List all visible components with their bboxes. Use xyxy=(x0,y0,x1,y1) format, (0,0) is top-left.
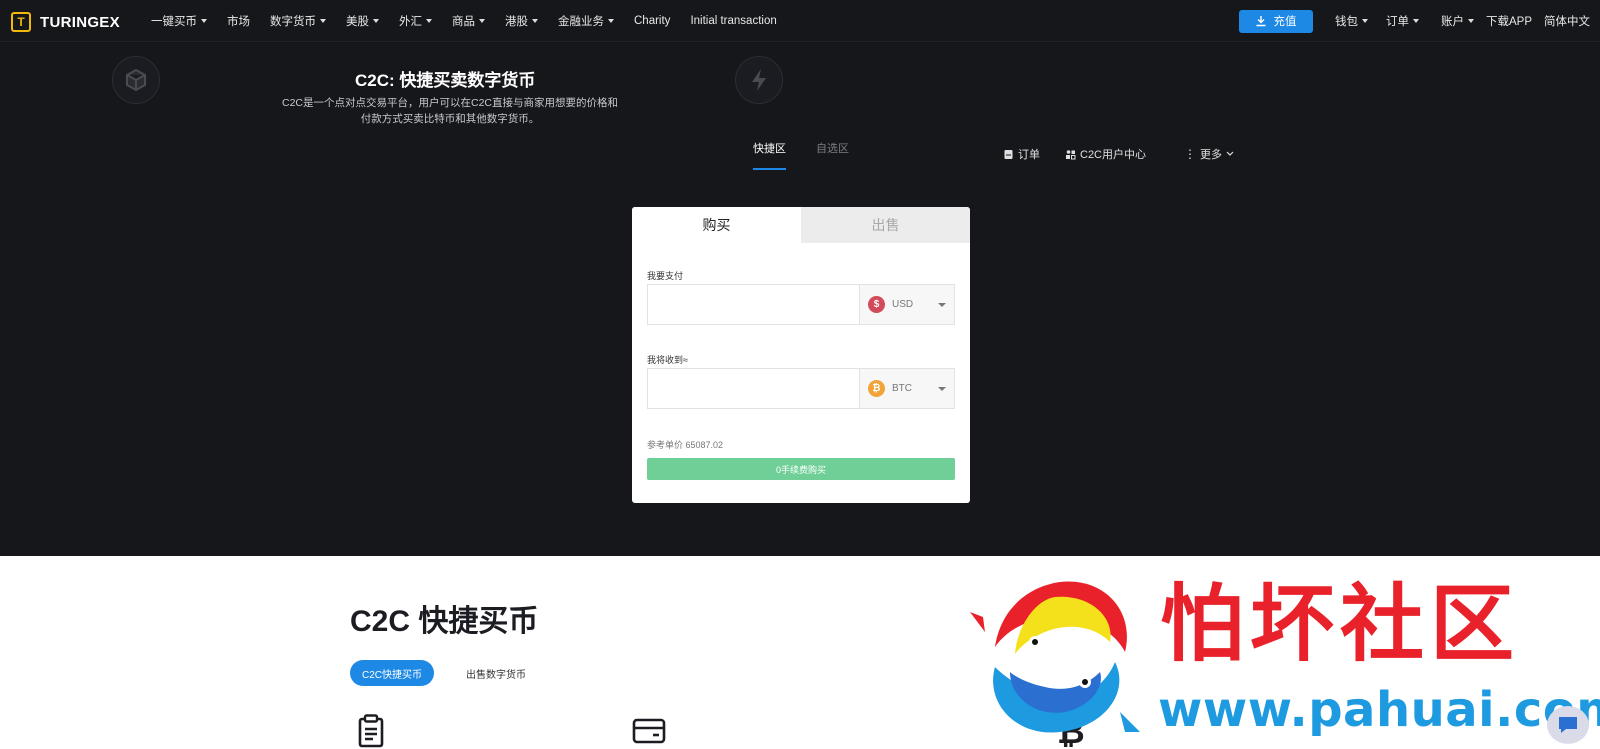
receive-currency-select[interactable]: ₿ BTC xyxy=(859,369,954,408)
c2c-actions: 订单 C2C用户中心 ⋮ 更多 xyxy=(1003,146,1234,162)
chevron-down-icon xyxy=(1467,19,1474,23)
recharge-label: 充值 xyxy=(1273,16,1297,28)
chevron-down-icon xyxy=(1412,19,1419,23)
receive-field: ₿ BTC xyxy=(647,368,955,409)
chevron-down-icon xyxy=(479,19,485,23)
brand-logo[interactable]: T TURINGEX xyxy=(11,12,120,32)
pay-field: $ USD xyxy=(647,284,955,325)
user-center-icon xyxy=(1066,149,1076,159)
c2c-user-center-link[interactable]: C2C用户中心 xyxy=(1065,146,1146,162)
pay-currency-value: USD xyxy=(892,299,914,310)
nav-menu-item-label: 一键买币 xyxy=(151,16,197,28)
watermark: 怕坏社区 www.pahuai.com xyxy=(965,572,1600,744)
tab-sell-crypto[interactable]: 出售数字货币 xyxy=(466,666,526,681)
tab-select[interactable]: 自选区 xyxy=(816,140,849,170)
nav-menu-item[interactable]: 数字货币 xyxy=(270,13,326,29)
c2c-orders-label: 订单 xyxy=(1018,149,1040,161)
main-menu: 一键买币 市场 数字货币 美股 外汇 商品 港股 金融业务 Charity Initial tra… xyxy=(151,0,797,42)
chevron-down-icon xyxy=(201,19,207,23)
nav-wallet-label: 钱包 xyxy=(1334,16,1358,28)
section-title: C2C 快捷买币 xyxy=(350,605,539,638)
chevron-down-icon xyxy=(1226,151,1234,156)
nav-menu-item-label: 数字货币 xyxy=(270,16,316,28)
nav-menu-item-label: 美股 xyxy=(346,16,369,28)
chevron-down-icon xyxy=(426,19,432,23)
chevron-down-icon xyxy=(320,19,326,23)
mode-tabs: 快捷区 自选区 xyxy=(753,140,849,170)
nav-menu-item-label: 外汇 xyxy=(399,16,422,28)
clipboard-icon xyxy=(357,714,385,749)
tab-quick[interactable]: 快捷区 xyxy=(753,140,786,170)
recharge-button[interactable]: 充值 xyxy=(1238,9,1313,33)
pay-amount-input[interactable] xyxy=(648,285,859,324)
nav-orders-label: 订单 xyxy=(1385,16,1409,28)
nav-download-app[interactable]: 下载APP xyxy=(1486,13,1532,29)
caret-down-icon xyxy=(938,302,946,307)
more-label: 更多 xyxy=(1200,149,1223,161)
section-tabs: C2C快捷买币 出售数字货币 xyxy=(350,660,526,686)
tab-buy[interactable]: 购买 xyxy=(632,207,801,243)
nav-menu-item[interactable]: 商品 xyxy=(452,13,485,29)
brand-logo-icon: T xyxy=(11,12,31,32)
tab-sell[interactable]: 出售 xyxy=(801,207,970,243)
nav-language[interactable]: 简体中文 xyxy=(1544,13,1590,29)
tab-c2c-quick-buy[interactable]: C2C快捷买币 xyxy=(350,660,435,686)
nav-menu-item[interactable]: Initial transaction xyxy=(690,15,776,27)
receive-currency-value: BTC xyxy=(892,383,912,394)
nav-download-label: 下载APP xyxy=(1485,16,1532,28)
nav-menu-item-label: Initial transaction xyxy=(690,15,777,27)
more-dots-icon: ⋮ xyxy=(1184,147,1197,161)
quick-trade-card: 购买 出售 我要支付 $ USD 我将收到≈ ₿ BTC 参考单价 65087.… xyxy=(632,207,970,503)
page-description: C2C是一个点对点交易平台，用户可以在C2C直接与商家用想要的价格和付款方式买卖… xyxy=(281,97,618,125)
btc-coin-icon: ₿ xyxy=(868,380,885,397)
nav-account[interactable]: 账户 xyxy=(1441,13,1474,29)
nav-menu-item-label: Charity xyxy=(634,15,671,27)
chat-support-button[interactable] xyxy=(1547,706,1589,744)
nav-menu-item-label: 金融业务 xyxy=(558,16,604,28)
nav-menu-item[interactable]: 美股 xyxy=(346,13,379,29)
pay-label: 我要支付 xyxy=(647,271,684,281)
c2c-user-center-label: C2C用户中心 xyxy=(1080,149,1147,161)
card-icon xyxy=(632,718,666,749)
buy-button[interactable]: 0手续费购买 xyxy=(647,458,955,480)
chevron-down-icon xyxy=(532,19,538,23)
caret-down-icon xyxy=(938,386,946,391)
watermark-text: 怕坏社区 xyxy=(1160,574,1521,673)
page-title: C2C: 快捷买卖数字货币 xyxy=(355,71,536,90)
nav-menu-item[interactable]: Charity xyxy=(634,15,670,27)
reference-price: 参考单价 65087.02 xyxy=(647,440,724,450)
nav-menu-item[interactable]: 外汇 xyxy=(399,13,432,29)
receive-label: 我将收到≈ xyxy=(647,355,688,365)
chevron-down-icon xyxy=(373,19,379,23)
receive-amount-input[interactable] xyxy=(648,369,859,408)
nav-menu-item-label: 港股 xyxy=(505,16,528,28)
download-icon xyxy=(1256,16,1266,27)
watermark-url: www.pahuai.com xyxy=(1158,682,1600,738)
top-navbar: T TURINGEX 一键买币 市场 数字货币 美股 外汇 商品 港股 金融业务 Charity… xyxy=(0,0,1600,42)
pay-currency-select[interactable]: $ USD xyxy=(859,285,954,324)
brand-name: TURINGEX xyxy=(40,13,120,31)
nav-account-label: 账户 xyxy=(1440,16,1464,28)
fish-logo-icon xyxy=(970,581,1140,733)
nav-language-label: 简体中文 xyxy=(1544,16,1590,28)
nav-menu-item[interactable]: 一键买币 xyxy=(151,13,207,29)
chevron-down-icon xyxy=(1361,19,1368,23)
nav-menu-item[interactable]: 金融业务 xyxy=(558,13,614,29)
chat-icon xyxy=(1559,717,1577,733)
document-icon xyxy=(1004,149,1013,159)
nav-menu-item[interactable]: 市场 xyxy=(227,13,250,29)
c2c-orders-link[interactable]: 订单 xyxy=(1003,146,1040,162)
more-menu[interactable]: ⋮ 更多 xyxy=(1184,146,1234,162)
nav-menu-item-label: 商品 xyxy=(452,16,475,28)
nav-orders[interactable]: 订单 xyxy=(1386,13,1419,29)
cube-icon xyxy=(112,56,160,104)
usd-coin-icon: $ xyxy=(868,296,885,313)
nav-right: 充值 钱包 订单 账户 下载APP 简体中文 xyxy=(1238,0,1590,42)
chevron-down-icon xyxy=(608,19,614,23)
nav-menu-item[interactable]: 港股 xyxy=(505,13,538,29)
trade-side-tabs: 购买 出售 xyxy=(632,207,970,243)
nav-wallet[interactable]: 钱包 xyxy=(1335,13,1368,29)
nav-menu-item-label: 市场 xyxy=(227,16,250,28)
lightning-icon xyxy=(735,56,783,104)
